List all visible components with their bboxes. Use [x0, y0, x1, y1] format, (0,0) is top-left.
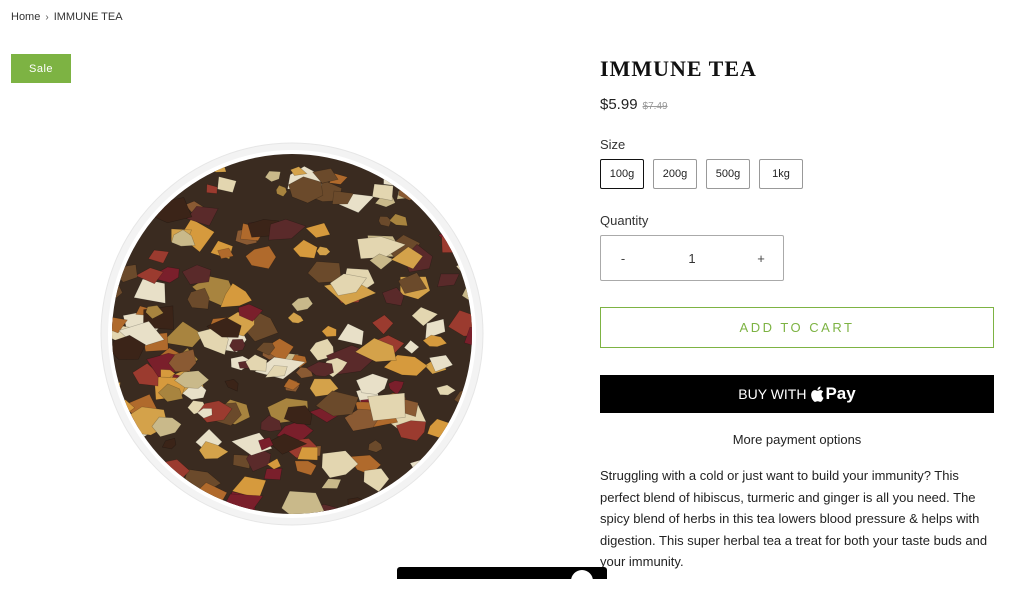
quantity-input[interactable]: 1	[645, 251, 739, 266]
product-price: $5.99	[600, 96, 638, 113]
size-option-200g[interactable]: 200g	[653, 159, 697, 189]
size-label: Size	[600, 137, 626, 152]
apple-logo-icon	[811, 386, 824, 402]
more-payment-options-link[interactable]: More payment options	[600, 432, 994, 447]
breadcrumb-current: IMMUNE TEA	[53, 11, 123, 23]
apple-pay-mark: Pay	[810, 384, 856, 404]
compare-price: $7.49	[642, 101, 668, 112]
pay-brand-text: Pay	[825, 384, 856, 403]
price-row: $5.99 $7.49	[600, 96, 668, 113]
buy-with-label: BUY WITH	[738, 386, 807, 402]
breadcrumb: Home › IMMUNE TEA	[11, 11, 123, 23]
add-to-cart-button[interactable]: ADD TO CART	[600, 307, 994, 348]
quantity-stepper: - 1 +	[600, 235, 784, 281]
quantity-decrement-button[interactable]: -	[601, 251, 645, 266]
size-option-1kg[interactable]: 1kg	[759, 159, 803, 189]
breadcrumb-home-link[interactable]: Home	[11, 11, 40, 23]
floating-bottom-bar[interactable]	[397, 567, 607, 592]
size-options: 100g 200g 500g 1kg	[600, 159, 812, 189]
breadcrumb-separator: ›	[45, 12, 49, 23]
product-description: Struggling with a cold or just want to b…	[600, 468, 988, 569]
quantity-increment-button[interactable]: +	[739, 251, 783, 266]
size-option-500g[interactable]: 500g	[706, 159, 750, 189]
size-option-100g[interactable]: 100g	[600, 159, 644, 189]
bottom-bar-toggle[interactable]	[571, 570, 593, 592]
quantity-label: Quantity	[600, 213, 649, 228]
sale-badge: Sale	[11, 54, 71, 83]
product-title: IMMUNE TEA	[600, 56, 757, 81]
product-image	[100, 142, 484, 526]
buy-with-apple-pay-button[interactable]: BUY WITH Pay	[600, 375, 994, 413]
